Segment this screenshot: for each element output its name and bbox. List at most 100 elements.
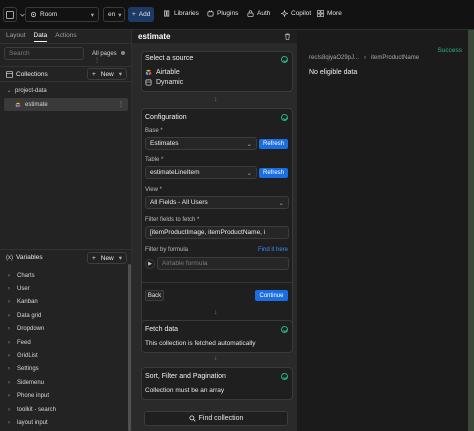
language-label: en — [108, 11, 116, 18]
chevron-down-icon: ▾ — [118, 71, 122, 78]
page-preview-strip — [468, 30, 474, 431]
tab-actions[interactable]: Actions — [55, 32, 76, 41]
chevron-right-icon: › — [8, 285, 10, 292]
database-icon — [6, 70, 13, 78]
all-pages-toggle[interactable]: All pages ⋮ — [92, 51, 131, 64]
collection-item-estimate[interactable]: estimate ⋮ — [4, 98, 128, 111]
variable-item[interactable]: › User — [0, 282, 128, 295]
variable-label: Dropdown — [17, 326, 45, 333]
more-vertical-icon[interactable]: ⋮ — [118, 101, 124, 108]
sort-text: Collection must be an array — [145, 387, 225, 394]
airtable-icon — [145, 69, 152, 76]
arrow-down-icon: ↓ — [214, 309, 218, 316]
airtable-label: Airtable — [156, 69, 180, 76]
base-label: Base * — [145, 128, 163, 134]
plus-icon: + — [92, 70, 96, 78]
variable-item[interactable]: › GridList — [0, 349, 128, 362]
libraries-button[interactable]: Libraries — [164, 10, 199, 17]
plus-icon: + — [92, 254, 96, 262]
language-select[interactable]: en ▾ — [103, 7, 125, 22]
check-icon — [281, 114, 288, 121]
variable-label: Data grid — [17, 312, 42, 319]
refresh-table-button[interactable]: Refresh — [259, 168, 288, 178]
chevron-right-icon: › — [364, 55, 367, 61]
search-input[interactable]: Search — [4, 47, 84, 60]
variable-label: User — [17, 285, 30, 292]
breadcrumb-record[interactable]: recIs8qiyaO29pJ... — [309, 55, 359, 61]
base-select[interactable]: Estimates ⌄ — [145, 137, 257, 150]
chevron-right-icon: › — [8, 272, 10, 279]
more-vertical-icon[interactable]: ⋮ — [94, 58, 100, 64]
sidebar-tabs: Layout Data Actions — [0, 30, 131, 44]
add-button[interactable]: + Add — [128, 7, 155, 22]
breadcrumb-field[interactable]: itemProductName — [371, 55, 419, 61]
view-select[interactable]: All Fields - All Users ⌄ — [145, 196, 289, 209]
trash-icon[interactable] — [284, 33, 291, 40]
variables-title: Variables — [16, 254, 43, 261]
variable-item[interactable]: › layout input — [0, 416, 128, 429]
scrollbar[interactable] — [128, 264, 131, 431]
chevron-down-icon: ⌄ — [246, 169, 252, 177]
result-panel: Success recIs8qiyaO29pJ... › itemProduct… — [297, 30, 468, 431]
plugins-button[interactable]: Plugins — [207, 10, 238, 17]
table-select[interactable]: estimateLineItem ⌄ — [145, 166, 257, 179]
result-breadcrumb: recIs8qiyaO29pJ... › itemProductName — [309, 55, 419, 61]
lock-icon — [247, 10, 254, 17]
configuration-card: Configuration Base * Estimates ⌄ Refresh… — [141, 108, 293, 340]
dynamic-label: Dynamic — [156, 79, 184, 86]
formula-bind-icon[interactable]: ▶ — [145, 259, 155, 269]
chevron-down-icon: ▾ — [118, 11, 122, 19]
new-label: New — [100, 70, 114, 78]
environment-select[interactable]: Room ▾ — [25, 7, 99, 22]
back-button[interactable]: Back — [145, 290, 164, 301]
folder-project-data[interactable]: ⌄ project-data — [0, 84, 128, 97]
new-variable-button[interactable]: + New ▾ — [87, 252, 127, 264]
source-dynamic[interactable]: Dynamic — [145, 79, 183, 86]
folder-label: project-data — [15, 87, 47, 94]
source-airtable[interactable]: Airtable — [145, 69, 180, 76]
variable-item[interactable]: › Data grid — [0, 309, 128, 322]
continue-button[interactable]: Continue — [255, 290, 288, 301]
copilot-label: Copilot — [291, 10, 312, 17]
result-message: No eligible data — [309, 69, 358, 76]
sort-filter-card: Sort, Filter and Pagination Collection m… — [141, 367, 293, 400]
tab-layout[interactable]: Layout — [6, 32, 26, 41]
variable-item[interactable]: › toolkit - search — [0, 403, 128, 416]
variable-icon: (x) — [6, 254, 13, 261]
variable-item[interactable]: › Kanban — [0, 296, 128, 309]
variable-item[interactable]: › Phone input — [0, 390, 128, 403]
formula-input[interactable]: Airtable formula — [157, 257, 289, 270]
toggle-dot-icon — [121, 51, 126, 55]
fetch-text: This collection is fetched automatically — [145, 340, 256, 347]
variable-item[interactable]: › Settings — [0, 363, 128, 376]
tab-data[interactable]: Data — [34, 32, 48, 41]
filter-fields-input[interactable]: [itemProductImage, itemProductName, i — [145, 226, 289, 239]
copilot-button[interactable]: Copilot — [281, 10, 311, 17]
more-label: More — [327, 10, 342, 17]
more-button[interactable]: More — [317, 10, 342, 17]
sort-title: Sort, Filter and Pagination — [145, 373, 226, 380]
new-collection-button[interactable]: + New ▾ — [87, 68, 127, 80]
variable-label: Settings — [17, 366, 39, 373]
variable-item[interactable]: › Feed — [0, 336, 128, 349]
variable-label: Feed — [17, 339, 31, 346]
auth-button[interactable]: Auth — [247, 10, 270, 17]
find-collection-button[interactable]: Find collection — [144, 411, 288, 426]
left-sidebar: Layout Data Actions Search All pages ⋮ C… — [0, 30, 132, 431]
arrow-down-icon: ↓ — [214, 355, 218, 362]
status-badge: Success — [437, 47, 462, 54]
variable-label: Sidemenu — [17, 379, 45, 386]
refresh-base-button[interactable]: Refresh — [259, 139, 288, 149]
source-card: Select a source Airtable Dynamic — [141, 51, 293, 92]
variable-label: layout input — [17, 419, 48, 426]
find-it-here-link[interactable]: Find it here — [258, 247, 288, 253]
config-title: Configuration — [145, 114, 187, 121]
variable-item[interactable]: › Charts — [0, 269, 128, 282]
variable-label: Kanban — [17, 299, 38, 306]
menu-icon[interactable] — [3, 7, 25, 22]
table-value: estimateLineItem — [150, 169, 200, 176]
variable-item[interactable]: › Dropdown — [0, 323, 128, 336]
panel-title: estimate — [138, 32, 171, 41]
variable-item[interactable]: › Sidemenu — [0, 376, 128, 389]
airtable-icon — [15, 102, 21, 107]
